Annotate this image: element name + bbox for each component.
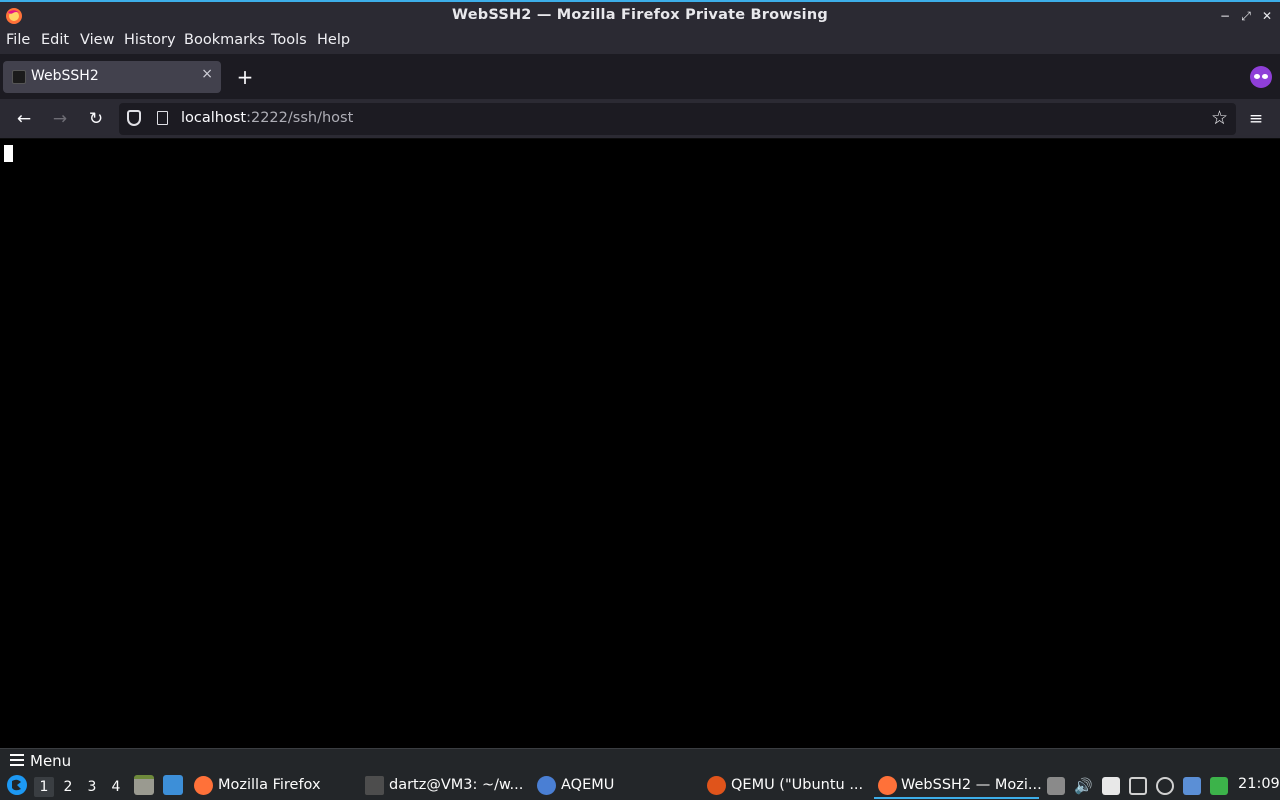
update-icon[interactable] [1156,777,1174,795]
menu-icon [10,754,24,766]
show-desktop-icon[interactable] [163,775,183,795]
tracking-protection-shield-icon[interactable] [127,110,141,126]
window-title: WebSSH2 — Mozilla Firefox Private Browsi… [452,7,828,23]
tab-close-icon[interactable]: × [201,66,213,82]
task-label: AQEMU [561,777,615,793]
bookmark-star-icon[interactable]: ☆ [1211,107,1228,129]
start-menu-label: Menu [30,752,72,770]
menu-bar: File Edit View History Bookmarks Tools H… [0,30,1280,54]
menu-tools[interactable]: Tools [271,32,307,48]
clock[interactable]: 21:09 [1238,776,1280,792]
address-bar[interactable]: localhost:2222/ssh/host ☆ [119,103,1236,135]
terminal-favicon-icon [12,70,26,84]
back-button[interactable]: ← [11,106,37,132]
menu-help[interactable]: Help [317,32,350,48]
menu-bookmarks[interactable]: Bookmarks [184,32,265,48]
taskbar: Menu 1 2 3 4 Mozilla Firefox dartz@VM3: … [0,748,1280,800]
terminal-cursor [4,145,13,162]
workspace-4[interactable]: 4 [106,777,126,797]
workspace-2[interactable]: 2 [58,777,78,797]
workspace-1[interactable]: 1 [34,777,54,797]
tab-title: WebSSH2 [31,68,99,84]
gnome-extension-icon[interactable] [1210,777,1228,795]
new-tab-button[interactable]: + [234,66,256,88]
qemu-icon [707,776,726,795]
navigation-toolbar: ← → ↻ localhost:2222/ssh/host ☆ ≡ [0,99,1280,139]
firefox-icon [878,776,897,795]
desktop-logo-icon[interactable] [7,775,27,795]
forward-button[interactable]: → [47,106,73,132]
menu-edit[interactable]: Edit [41,32,69,48]
maximize-button[interactable]: ⤢ [1237,6,1255,26]
eject-icon[interactable] [1047,777,1065,795]
file-manager-launcher-icon[interactable] [134,775,154,795]
task-mozilla-firefox[interactable]: Mozilla Firefox [194,773,354,799]
menu-file[interactable]: File [6,32,30,48]
tab-webssh2[interactable]: WebSSH2 × [3,61,221,93]
start-menu-button[interactable]: Menu [10,752,71,772]
task-label: QEMU ("Ubuntu ... [731,777,864,793]
task-webssh2-firefox[interactable]: WebSSH2 — Mozi... [874,773,1042,799]
tab-strip: WebSSH2 × + [0,54,1280,99]
private-browsing-icon [1250,66,1272,88]
workspace-3[interactable]: 3 [82,777,102,797]
clipboard-icon[interactable] [1102,777,1120,795]
task-label: WebSSH2 — Mozi... [901,777,1042,793]
task-label: dartz@VM3: ~/w... [389,777,524,793]
task-aqemu[interactable]: AQEMU [537,773,687,799]
task-label: Mozilla Firefox [218,777,321,793]
app-menu-button[interactable]: ≡ [1246,109,1266,129]
aqemu-icon [537,776,556,795]
notification-icon[interactable] [1183,777,1201,795]
terminal-icon [365,776,384,795]
page-info-icon[interactable] [157,111,168,125]
firefox-icon [194,776,213,795]
window-titlebar: WebSSH2 — Mozilla Firefox Private Browsi… [0,0,1280,30]
volume-icon[interactable]: 🔊 [1074,777,1093,795]
url-text[interactable]: localhost:2222/ssh/host [181,110,353,126]
task-qemu-ubuntu[interactable]: QEMU ("Ubuntu ... [707,773,867,799]
network-icon[interactable] [1129,777,1147,795]
minimize-button[interactable]: − [1216,6,1234,26]
menu-view[interactable]: View [80,32,114,48]
task-terminal[interactable]: dartz@VM3: ~/w... [365,773,530,799]
url-path: :2222/ssh/host [246,110,354,126]
close-window-button[interactable]: ✕ [1258,6,1276,26]
url-host: localhost [181,110,247,126]
menu-history[interactable]: History [124,32,176,48]
terminal-viewport[interactable] [0,140,1280,748]
reload-button[interactable]: ↻ [83,106,109,132]
